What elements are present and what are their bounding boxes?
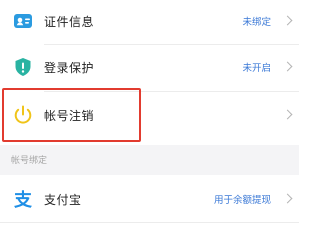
- login-protection-status: 未开启: [242, 63, 271, 74]
- section-title: 帐号绑定: [11, 156, 48, 166]
- section-header: 帐号绑定: [0, 145, 299, 175]
- login-protection-row[interactable]: 登录保护 未开启: [0, 46, 299, 88]
- cert-info-row[interactable]: 证件信息 未绑定: [0, 0, 299, 42]
- chevron-right-icon: [282, 109, 293, 120]
- shield-exclamation-icon: [11, 55, 35, 79]
- id-card-icon: [11, 9, 35, 33]
- highlight-box: [2, 88, 141, 142]
- chevron-right-icon: [282, 61, 293, 72]
- alipay-label: 支付宝: [44, 192, 82, 207]
- divider: [0, 222, 299, 223]
- account-security-page: 证件信息 未绑定 登录保护 未开启 帐号注销 帐号绑定 支 支付宝 用于余额提现: [0, 0, 299, 252]
- chevron-right-icon: [282, 15, 293, 26]
- alipay-binding-row[interactable]: 支 支付宝 用于余额提现: [0, 178, 299, 220]
- alipay-usage: 用于余额提现: [213, 195, 271, 206]
- login-protection-label: 登录保护: [44, 60, 95, 75]
- cert-info-status: 未绑定: [242, 17, 271, 28]
- alipay-icon: 支: [11, 187, 35, 211]
- chevron-right-icon: [282, 193, 293, 204]
- cert-info-label: 证件信息: [44, 14, 95, 29]
- divider: [44, 44, 299, 45]
- svg-text:支: 支: [13, 189, 33, 211]
